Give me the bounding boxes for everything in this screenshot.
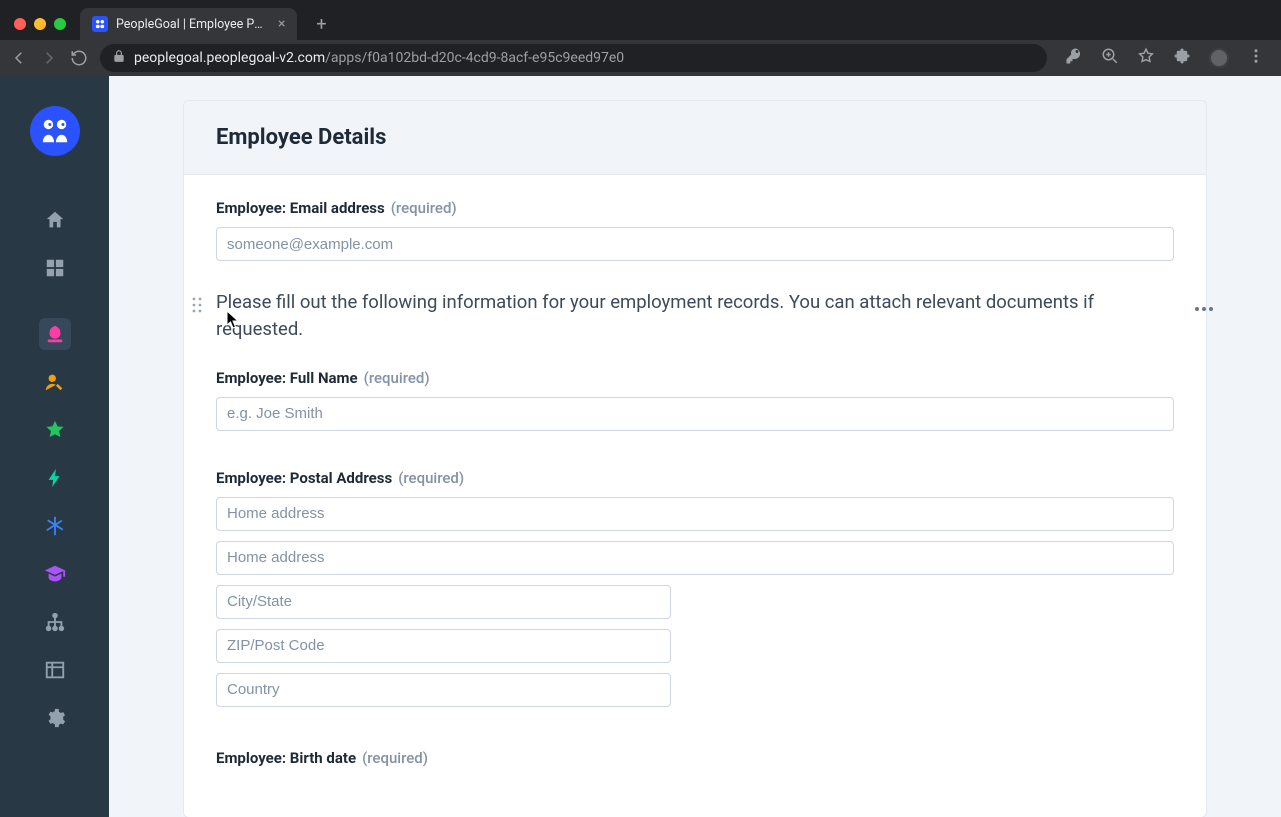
postal-addr2-input[interactable] <box>216 541 1174 575</box>
card-header: Employee Details <box>184 101 1206 175</box>
app-logo[interactable] <box>30 106 80 156</box>
page-viewport: Employee Details Employee: Email address… <box>0 76 1281 817</box>
lock-icon <box>112 49 126 67</box>
browser-tab-active[interactable]: PeopleGoal | Employee Pre-On × <box>80 8 297 40</box>
info-paragraph-row: Please fill out the following informatio… <box>192 289 1198 343</box>
sidebar-item-asterisk[interactable] <box>39 510 71 542</box>
reload-button[interactable] <box>70 49 88 67</box>
url-input[interactable]: peoplegoal.peoplegoal-v2.com/apps/f0a102… <box>100 44 1047 72</box>
page-title: Employee Details <box>216 125 1174 150</box>
postal-zip-input[interactable] <box>216 629 671 663</box>
sidebar-item-org-chart[interactable] <box>39 606 71 638</box>
sidebar-item-table[interactable] <box>39 654 71 686</box>
label-email: Employee: Email address (required) <box>216 199 1174 217</box>
sidebar-item-person-edit[interactable] <box>39 366 71 398</box>
field-fullname: Employee: Full Name (required) <box>216 369 1174 431</box>
mac-window-controls <box>14 18 66 30</box>
mac-minimize-button[interactable] <box>34 18 46 30</box>
forward-button[interactable] <box>40 49 58 67</box>
extensions-icon[interactable] <box>1173 47 1191 69</box>
new-tab-button[interactable]: + <box>307 10 335 38</box>
more-options-icon[interactable] <box>1194 297 1214 316</box>
tab-title: PeopleGoal | Employee Pre-On <box>116 17 266 32</box>
postal-addr1-input[interactable] <box>216 497 1174 531</box>
browser-address-bar: peoplegoal.peoplegoal-v2.com/apps/f0a102… <box>0 40 1281 76</box>
sidebar-item-settings[interactable] <box>39 702 71 734</box>
sidebar-apps-icon[interactable] <box>39 252 71 284</box>
drag-handle-icon[interactable] <box>192 297 202 317</box>
bookmark-star-icon[interactable] <box>1137 47 1155 69</box>
field-postal: Employee: Postal Address (required) <box>216 469 1174 707</box>
sidebar-item-grad-cap[interactable] <box>39 558 71 590</box>
postal-stack <box>216 497 1174 707</box>
tab-close-icon[interactable]: × <box>274 16 285 32</box>
postal-city-input[interactable] <box>216 585 671 619</box>
profile-avatar[interactable] <box>1209 48 1229 68</box>
fullname-input[interactable] <box>216 397 1174 431</box>
email-input[interactable] <box>216 227 1174 261</box>
label-birthdate: Employee: Birth date (required) <box>216 749 1174 767</box>
mac-maximize-button[interactable] <box>54 18 66 30</box>
browser-tab-strip: PeopleGoal | Employee Pre-On × + <box>0 0 1281 40</box>
label-fullname: Employee: Full Name (required) <box>216 369 1174 387</box>
sidebar-home-icon[interactable] <box>39 204 71 236</box>
back-button[interactable] <box>10 49 28 67</box>
sidebar-item-bolt[interactable] <box>39 462 71 494</box>
sidebar-item-star[interactable] <box>39 414 71 446</box>
info-text: Please fill out the following informatio… <box>216 289 1174 343</box>
url-host: peoplegoal.peoplegoal-v2.com/apps/f0a102… <box>134 50 624 66</box>
card-body: Employee: Email address (required) Pleas… <box>184 175 1206 817</box>
left-sidebar <box>0 76 109 817</box>
mac-close-button[interactable] <box>14 18 26 30</box>
tab-favicon <box>92 16 108 32</box>
main-content: Employee Details Employee: Email address… <box>109 76 1281 817</box>
browser-right-icons <box>1059 47 1271 69</box>
key-icon[interactable] <box>1065 47 1083 69</box>
form-card: Employee Details Employee: Email address… <box>183 100 1207 817</box>
field-birthdate: Employee: Birth date (required) <box>216 749 1174 767</box>
postal-country-input[interactable] <box>216 673 671 707</box>
chrome-menu-icon[interactable] <box>1247 47 1265 69</box>
sidebar-item-current-app[interactable] <box>39 318 71 350</box>
label-postal: Employee: Postal Address (required) <box>216 469 1174 487</box>
zoom-icon[interactable] <box>1101 47 1119 69</box>
field-email: Employee: Email address (required) <box>216 199 1174 261</box>
